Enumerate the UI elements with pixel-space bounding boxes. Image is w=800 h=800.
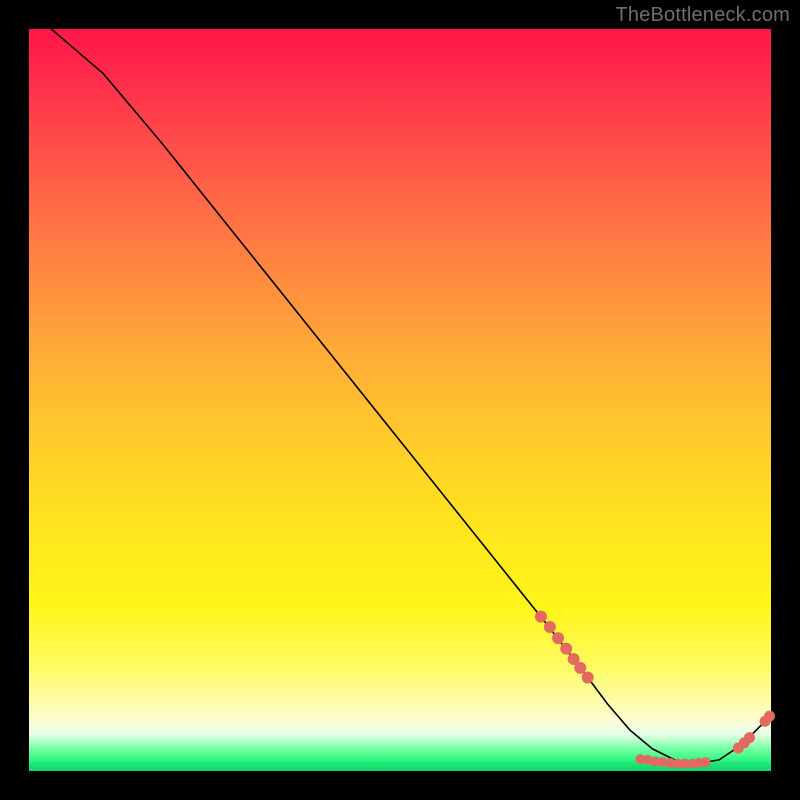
chart-frame: TheBottleneck.com (0, 0, 800, 800)
data-point (574, 662, 586, 674)
data-point (582, 672, 594, 684)
data-point (535, 611, 547, 623)
data-point (744, 732, 755, 743)
data-point (552, 632, 564, 644)
data-point (764, 711, 775, 722)
curve-path (51, 29, 771, 764)
plot-area (29, 29, 771, 771)
dots-layer (535, 611, 775, 769)
curve-layer (51, 29, 771, 764)
data-point (544, 621, 556, 633)
watermark-text: TheBottleneck.com (615, 4, 790, 27)
chart-svg (29, 29, 771, 771)
data-point (701, 757, 711, 767)
data-point (560, 643, 572, 655)
